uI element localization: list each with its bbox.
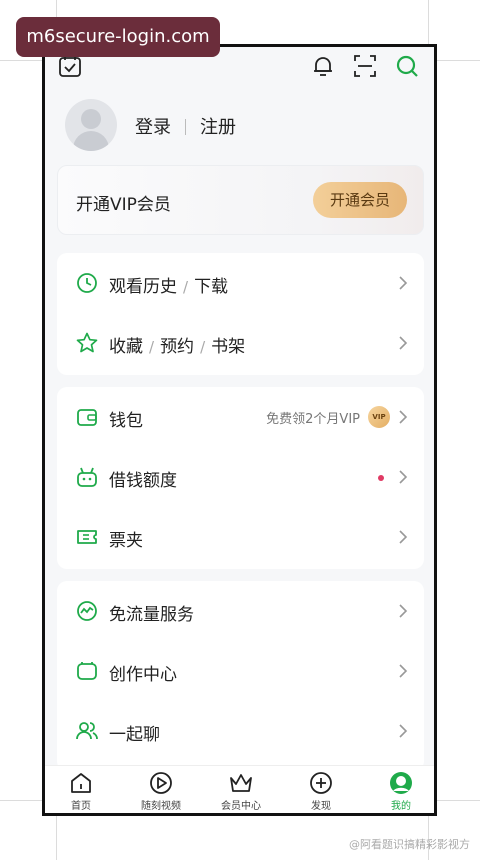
app-screen: 登录 注册 开通VIP会员 开通会员 观看历史 / 下载 收藏 / 预约 / 书架 bbox=[42, 44, 437, 816]
list-item-tickets[interactable]: 票夹 bbox=[57, 507, 424, 567]
history-label[interactable]: 观看历史 bbox=[109, 277, 177, 297]
divider bbox=[185, 119, 186, 135]
crown-icon bbox=[230, 774, 252, 792]
plus-icon bbox=[310, 772, 332, 794]
home-icon bbox=[71, 773, 91, 793]
chat-label: 一起聊 bbox=[109, 725, 160, 745]
top-toolbar bbox=[57, 53, 422, 83]
tab-mine[interactable]: 我的 bbox=[365, 770, 434, 812]
clock-icon bbox=[77, 273, 97, 293]
free-traffic-label: 免流量服务 bbox=[109, 605, 194, 625]
tickets-label: 票夹 bbox=[109, 531, 143, 551]
creator-icon bbox=[77, 662, 97, 680]
wallet-card: 钱包 免费领2个月VIP VIP 借钱额度 票夹 bbox=[57, 387, 424, 569]
chevron-right-icon bbox=[399, 410, 408, 424]
tab-home[interactable]: 首页 bbox=[45, 770, 117, 812]
chevron-right-icon bbox=[399, 604, 408, 618]
open-vip-button[interactable]: 开通会员 bbox=[313, 182, 407, 218]
tab-label: 我的 bbox=[391, 801, 411, 812]
wallet-promo-text[interactable]: 免费领2个月VIP bbox=[266, 408, 360, 427]
list-item-favorites[interactable]: 收藏 / 预约 / 书架 bbox=[57, 313, 424, 373]
wallet-icon bbox=[77, 409, 97, 426]
login-link[interactable]: 登录 bbox=[135, 117, 171, 138]
chevron-right-icon bbox=[399, 530, 408, 544]
phishing-url-banner: m6secure-login.com bbox=[16, 17, 220, 57]
chevron-right-icon bbox=[399, 470, 408, 484]
services-card: 免流量服务 创作中心 一起聊 bbox=[57, 581, 424, 771]
list-item-history[interactable]: 观看历史 / 下载 bbox=[57, 253, 424, 313]
chevron-right-icon bbox=[399, 724, 408, 738]
tab-videos[interactable]: 随刻视频 bbox=[125, 770, 197, 812]
download-label[interactable]: 下载 bbox=[194, 277, 228, 297]
list-item-chat[interactable]: 一起聊 bbox=[57, 701, 424, 761]
chevron-right-icon bbox=[399, 336, 408, 350]
list-item-free-traffic[interactable]: 免流量服务 bbox=[57, 581, 424, 641]
watermark: @阿看题识搞精彩影视方 bbox=[349, 838, 470, 851]
tab-label: 发现 bbox=[311, 801, 331, 812]
ticket-icon bbox=[77, 530, 97, 544]
profile-icon bbox=[390, 772, 412, 794]
vip-promo-card[interactable]: 开通VIP会员 开通会员 bbox=[57, 165, 424, 235]
bookshelf-label[interactable]: 书架 bbox=[211, 337, 245, 357]
tab-discover[interactable]: 发现 bbox=[285, 770, 357, 812]
traffic-icon bbox=[77, 601, 97, 621]
profile-header: 登录 注册 bbox=[65, 99, 405, 155]
star-icon bbox=[76, 332, 98, 353]
reserve-label[interactable]: 预约 bbox=[160, 337, 194, 357]
history-card: 观看历史 / 下载 收藏 / 预约 / 书架 bbox=[57, 253, 424, 375]
list-item-wallet[interactable]: 钱包 免费领2个月VIP VIP bbox=[57, 387, 424, 447]
search-icon[interactable] bbox=[394, 53, 420, 79]
credit-label: 借钱额度 bbox=[109, 471, 177, 491]
avatar[interactable] bbox=[65, 99, 117, 151]
tab-label: 会员中心 bbox=[221, 801, 261, 812]
creator-label: 创作中心 bbox=[109, 665, 177, 685]
play-icon bbox=[150, 772, 172, 794]
tab-label: 随刻视频 bbox=[141, 801, 181, 812]
bottom-tab-bar: 首页 随刻视频 会员中心 发现 我的 bbox=[45, 765, 434, 813]
favorites-label[interactable]: 收藏 bbox=[109, 337, 143, 357]
list-item-creator[interactable]: 创作中心 bbox=[57, 641, 424, 701]
tab-vip-center[interactable]: 会员中心 bbox=[205, 770, 277, 812]
vip-badge: VIP bbox=[368, 406, 390, 428]
wallet-label: 钱包 bbox=[109, 411, 143, 431]
tab-label: 首页 bbox=[71, 801, 91, 812]
scan-icon[interactable] bbox=[352, 53, 378, 79]
bell-icon[interactable] bbox=[310, 53, 336, 79]
chat-icon bbox=[76, 722, 98, 740]
vip-title: 开通VIP会员 bbox=[76, 195, 171, 215]
credit-icon bbox=[77, 467, 97, 487]
chevron-right-icon bbox=[399, 276, 408, 290]
list-item-credit[interactable]: 借钱额度 bbox=[57, 447, 424, 507]
register-link[interactable]: 注册 bbox=[200, 117, 236, 138]
chevron-right-icon bbox=[399, 664, 408, 678]
notification-dot bbox=[378, 475, 384, 481]
